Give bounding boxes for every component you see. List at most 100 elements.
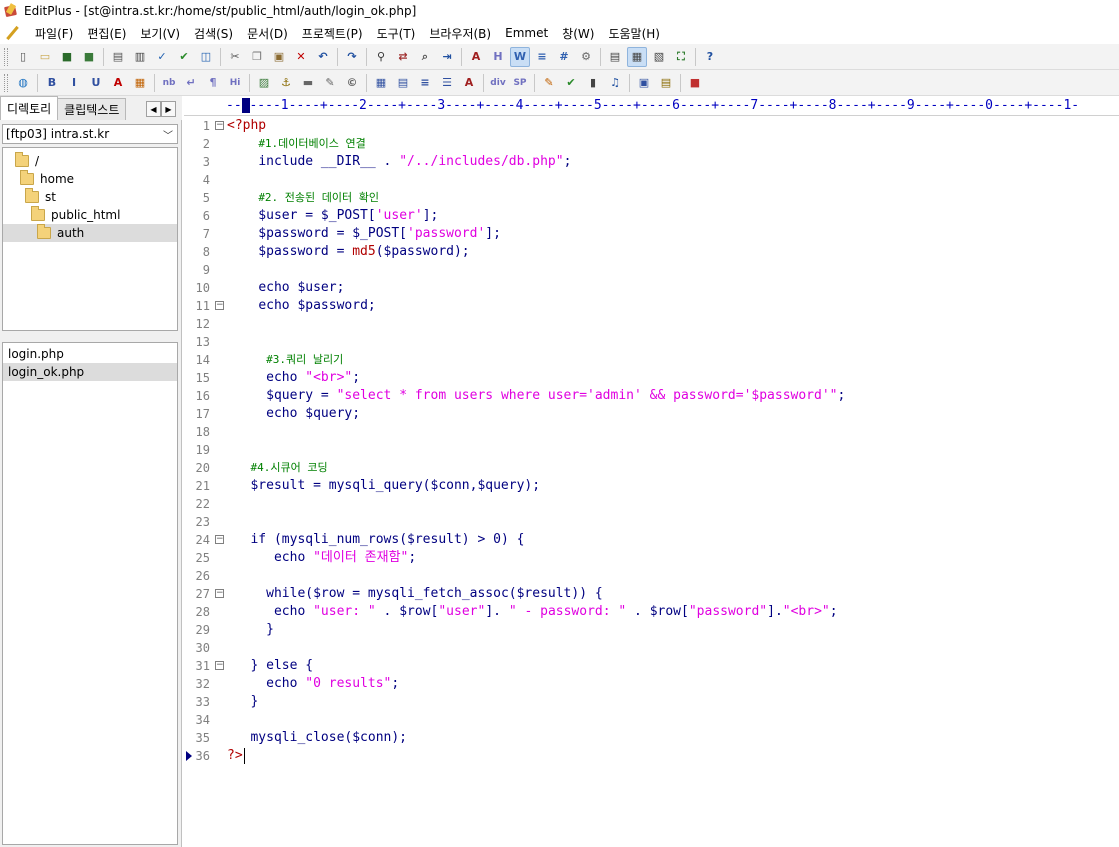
line-number-icon[interactable]: #: [554, 47, 574, 67]
code-line[interactable]: #4.시큐어 코딩: [227, 459, 327, 477]
redo-icon[interactable]: ↷: [342, 47, 362, 67]
fold-toggle-icon[interactable]: −: [215, 661, 224, 670]
heading-icon[interactable]: Hi: [225, 73, 245, 93]
code-line[interactable]: }: [227, 693, 258, 711]
code-line[interactable]: echo $password;: [227, 297, 375, 315]
color-picker-icon[interactable]: ▦: [130, 73, 150, 93]
editor-pane[interactable]: --+----1----+----2----+----3----+----4--…: [184, 96, 1119, 847]
menu-document[interactable]: 문서(D): [240, 25, 295, 42]
menu-edit[interactable]: 편집(E): [80, 25, 133, 42]
code-line[interactable]: echo "user: " . $row["user"]. " - passwo…: [227, 603, 838, 621]
globe-icon[interactable]: ◍: [13, 73, 33, 93]
fold-toggle-icon[interactable]: −: [215, 535, 224, 544]
code-line[interactable]: $password = md5($password);: [227, 243, 469, 261]
code-line[interactable]: $password = $_POST['password'];: [227, 225, 501, 243]
hex-icon[interactable]: H: [488, 47, 508, 67]
code-line[interactable]: $result = mysqli_query($conn,$query);: [227, 477, 540, 495]
print-preview-icon[interactable]: ▤: [108, 47, 128, 67]
find-icon[interactable]: ⚲: [371, 47, 391, 67]
tab-scroll-left-icon[interactable]: ◀: [146, 101, 161, 117]
new-file-icon[interactable]: ▯: [13, 47, 33, 67]
paragraph-icon[interactable]: ¶: [203, 73, 223, 93]
code-line[interactable]: echo $query;: [227, 405, 360, 423]
menu-file[interactable]: 파일(F): [28, 25, 80, 42]
spell-check-icon[interactable]: ✓: [152, 47, 172, 67]
menu-view[interactable]: 보기(V): [133, 25, 187, 42]
code-line[interactable]: #1.데이터베이스 연결: [227, 135, 365, 153]
tree-item-public-html[interactable]: public_html: [31, 206, 120, 224]
toolbar-grip[interactable]: [4, 47, 8, 66]
print-icon[interactable]: ▥: [130, 47, 150, 67]
menu-browser[interactable]: 브라우저(B): [422, 25, 498, 42]
font-color-icon[interactable]: A: [108, 73, 128, 93]
menu-window[interactable]: 창(W): [555, 25, 601, 42]
goto-line-icon[interactable]: ⇥: [437, 47, 457, 67]
menu-project[interactable]: 프로젝트(P): [295, 25, 370, 42]
save-icon[interactable]: ■: [57, 47, 77, 67]
code-line[interactable]: } else {: [227, 657, 313, 675]
code-line[interactable]: #2. 전송된 데이터 확인: [227, 189, 379, 207]
tab-directory[interactable]: 디렉토리: [0, 96, 59, 120]
anchor-icon[interactable]: ⚓: [276, 73, 296, 93]
undo-icon[interactable]: ↶: [313, 47, 333, 67]
underline-icon[interactable]: U: [86, 73, 106, 93]
tree-item-home[interactable]: home: [20, 170, 74, 188]
delete-icon[interactable]: ✕: [291, 47, 311, 67]
edit-icon[interactable]: ✎: [539, 73, 559, 93]
frame-icon[interactable]: ▣: [634, 73, 654, 93]
replace-icon[interactable]: ⇄: [393, 47, 413, 67]
help-icon[interactable]: ?: [700, 47, 720, 67]
list-icon[interactable]: ☰: [437, 73, 457, 93]
code-line[interactable]: echo "데이터 존재함";: [227, 549, 416, 567]
paste-icon[interactable]: ▣: [269, 47, 289, 67]
browser-icon[interactable]: ◫: [196, 47, 216, 67]
code-line[interactable]: <?php: [227, 117, 266, 135]
save-all-icon[interactable]: ■: [79, 47, 99, 67]
code-line[interactable]: include __DIR__ . "/../includes/db.php";: [227, 153, 571, 171]
tab-cliptext[interactable]: 클립텍스트: [57, 98, 127, 120]
menu-tools[interactable]: 도구(T): [370, 25, 423, 42]
fold-toggle-icon[interactable]: −: [215, 121, 224, 130]
tab-scroll-right-icon[interactable]: ▶: [161, 101, 176, 117]
fold-toggle-icon[interactable]: −: [215, 589, 224, 598]
file-item-login-ok[interactable]: login_ok.php: [3, 363, 177, 381]
break-icon[interactable]: ↵: [181, 73, 201, 93]
form-icon[interactable]: ▤: [393, 73, 413, 93]
file-item-login[interactable]: login.php: [3, 345, 177, 363]
line-wrap-icon[interactable]: ≡: [532, 47, 552, 67]
font-icon[interactable]: A: [466, 47, 486, 67]
directory-tree[interactable]: / home st public_html auth: [2, 147, 178, 331]
copy-icon[interactable]: ❐: [247, 47, 267, 67]
font-tag-icon[interactable]: A: [459, 73, 479, 93]
code-line[interactable]: #3.쿼리 날리기: [227, 351, 343, 369]
word-wrap-icon[interactable]: W: [510, 46, 530, 67]
code-line[interactable]: ?>: [227, 747, 245, 765]
code-line[interactable]: echo "<br>";: [227, 369, 360, 387]
span-icon[interactable]: SP: [510, 73, 530, 93]
table-icon[interactable]: ▦: [371, 73, 391, 93]
ftp-site-select[interactable]: [ftp03] intra.st.kr ﹀: [2, 124, 178, 144]
file-list[interactable]: login.php login_ok.php: [2, 342, 178, 845]
bold-icon[interactable]: B: [42, 73, 62, 93]
menu-search[interactable]: 검색(S): [187, 25, 240, 42]
hr-icon[interactable]: ▬: [298, 73, 318, 93]
directory-window-icon[interactable]: ▦: [627, 46, 647, 67]
center-icon[interactable]: ≡: [415, 73, 435, 93]
code-line[interactable]: echo "0 results";: [227, 675, 399, 693]
cut-icon[interactable]: ✂: [225, 47, 245, 67]
menu-emmet[interactable]: Emmet: [498, 26, 555, 40]
music-icon[interactable]: ♫: [605, 73, 625, 93]
fullscreen-icon[interactable]: ⛶: [671, 47, 691, 67]
code-line[interactable]: while($row = mysqli_fetch_assoc($result)…: [227, 585, 603, 603]
menu-help[interactable]: 도움말(H): [601, 25, 667, 42]
toolbar-grip[interactable]: [4, 73, 8, 92]
color-icon[interactable]: ■: [685, 73, 705, 93]
output-window-icon[interactable]: ▤: [605, 47, 625, 67]
comment-icon[interactable]: ✎: [320, 73, 340, 93]
check-icon[interactable]: ✔: [561, 73, 581, 93]
nbsp-icon[interactable]: nb: [159, 73, 179, 93]
italic-icon[interactable]: I: [64, 73, 84, 93]
open-folder-icon[interactable]: ▭: [35, 47, 55, 67]
code-line[interactable]: }: [227, 621, 274, 639]
media-icon[interactable]: ▮: [583, 73, 603, 93]
